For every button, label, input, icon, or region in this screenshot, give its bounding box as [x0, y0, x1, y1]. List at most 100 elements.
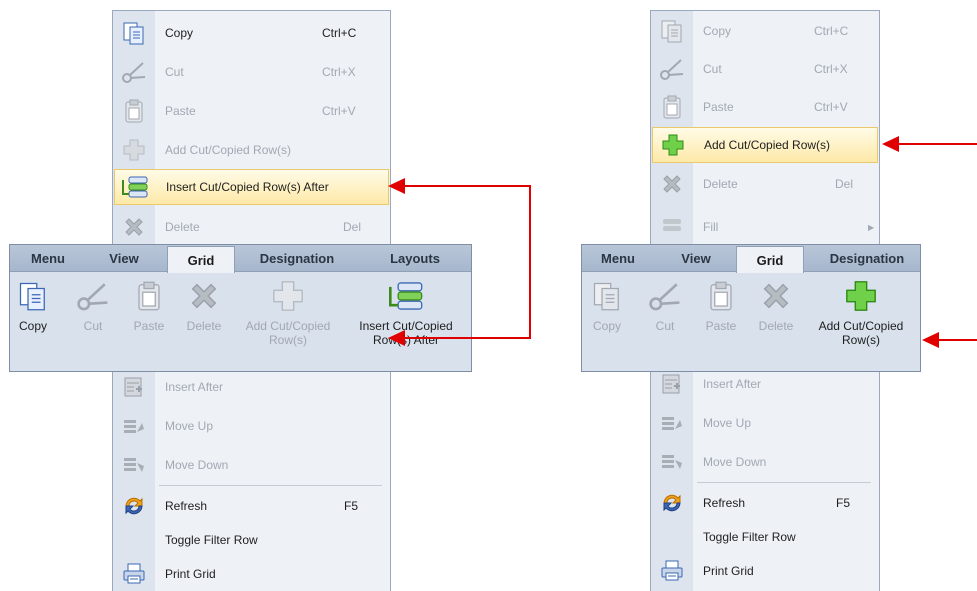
menu-item-shortcut: Ctrl+X: [814, 62, 848, 76]
tab-view[interactable]: View: [664, 245, 728, 272]
paste-icon: [120, 97, 148, 125]
menu-item-label: Move Down: [703, 455, 767, 469]
tab-grid[interactable]: Grid: [736, 246, 804, 273]
plus-icon: [659, 131, 687, 159]
menu-item-move-down[interactable]: Move Down: [652, 446, 878, 478]
delete-x-icon: [658, 170, 686, 198]
menu-item-shortcut: Ctrl+X: [322, 65, 356, 79]
menu-item-label: Add Cut/Copied Row(s): [165, 143, 292, 157]
scissors-icon: [658, 55, 686, 83]
menu-item-label: Insert Cut/Copied Row(s) After: [166, 180, 329, 194]
ribbon-delete-button[interactable]: Delete: [178, 272, 230, 333]
ribbon-add-cut-copied-rows-button[interactable]: Add Cut/Copied Row(s): [236, 272, 340, 347]
ribbon-cut-button[interactable]: Cut: [644, 272, 686, 333]
move-up-icon: [658, 409, 686, 437]
move-down-icon: [120, 451, 148, 479]
menu-item-refresh[interactable]: Refresh F5: [114, 490, 389, 522]
delete-x-icon: [120, 213, 148, 241]
menu-item-label: Toggle Filter Row: [165, 533, 258, 547]
menu-item-label: Fill: [703, 220, 719, 234]
ribbon-button-label: Delete: [758, 319, 794, 333]
menu-item-label: Refresh: [165, 499, 208, 513]
menu-item-shortcut: F5: [344, 499, 359, 513]
menu-item-paste[interactable]: Paste Ctrl+V: [114, 95, 389, 127]
delete-x-icon: [756, 276, 796, 316]
menu-item-move-down[interactable]: Move Down: [114, 449, 389, 481]
ribbon-tab-strip: Menu View Grid Designation: [582, 245, 920, 273]
ribbon-paste-button[interactable]: Paste: [698, 272, 744, 333]
scissors-icon: [120, 58, 148, 86]
menu-item-add-cut-copied-rows[interactable]: Add Cut/Copied Row(s): [114, 134, 389, 166]
menu-item-label: Toggle Filter Row: [703, 530, 796, 544]
menu-item-label: Copy: [703, 24, 732, 38]
menu-item-shortcut: Ctrl+V: [814, 100, 848, 114]
menu-item-shortcut: Ctrl+C: [814, 24, 849, 38]
menu-item-print-grid[interactable]: Print Grid: [114, 558, 389, 590]
tab-designation[interactable]: Designation: [814, 245, 920, 272]
menu-item-shortcut: Del: [343, 220, 362, 234]
menu-item-paste[interactable]: Paste Ctrl+V: [652, 91, 878, 123]
ribbon-button-label: Cut: [83, 319, 103, 333]
menu-item-add-cut-copied-rows[interactable]: Add Cut/Copied Row(s): [652, 127, 878, 163]
copy-icon: [120, 19, 148, 47]
menu-item-label: Copy: [165, 26, 194, 40]
menu-item-shortcut: F5: [836, 496, 851, 510]
menu-item-insert-after[interactable]: Insert After: [114, 371, 389, 403]
menu-item-insert-cut-copied-rows-after[interactable]: Insert Cut/Copied Row(s) After: [114, 169, 389, 205]
ribbon-button-label: Delete: [186, 319, 222, 333]
paste-icon: [129, 276, 169, 316]
copy-icon: [13, 276, 53, 316]
menu-item-fill[interactable]: Fill ▶: [652, 211, 878, 243]
tab-menu[interactable]: Menu: [16, 245, 80, 272]
menu-item-refresh[interactable]: Refresh F5: [652, 487, 878, 519]
callout-arrow-connector: [388, 178, 531, 346]
right-ribbon: Menu View Grid Designation Copy Cut Past…: [581, 244, 921, 372]
ribbon-button-label: Paste: [133, 319, 165, 333]
menu-item-label: Print Grid: [703, 564, 754, 578]
tab-grid[interactable]: Grid: [167, 246, 235, 273]
printer-icon: [120, 560, 148, 588]
paste-icon: [658, 93, 686, 121]
menu-item-shortcut: Del: [835, 177, 854, 191]
plus-icon: [120, 136, 148, 164]
ribbon-add-cut-copied-rows-button[interactable]: Add Cut/Copied Row(s): [808, 272, 914, 347]
menu-item-delete[interactable]: Delete Del: [114, 211, 389, 243]
menu-item-label: Paste: [703, 100, 734, 114]
tab-view[interactable]: View: [92, 245, 156, 272]
menu-item-toggle-filter-row[interactable]: Toggle Filter Row: [114, 524, 389, 556]
menu-item-copy[interactable]: Copy Ctrl+C: [114, 17, 389, 49]
menu-item-label: Add Cut/Copied Row(s): [704, 138, 831, 152]
tab-designation[interactable]: Designation: [242, 245, 352, 272]
tab-menu[interactable]: Menu: [586, 245, 650, 272]
menu-item-label: Cut: [165, 65, 184, 79]
menu-item-label: Move Up: [703, 416, 752, 430]
menu-separator: [697, 482, 871, 483]
menu-item-move-up[interactable]: Move Up: [652, 407, 878, 439]
menu-item-label: Insert After: [703, 377, 762, 391]
menu-item-toggle-filter-row[interactable]: Toggle Filter Row: [652, 521, 878, 553]
submenu-arrow-icon: ▶: [868, 222, 875, 232]
menu-separator: [159, 485, 382, 486]
menu-item-delete[interactable]: Delete Del: [652, 168, 878, 200]
menu-item-move-up[interactable]: Move Up: [114, 410, 389, 442]
ribbon-delete-button[interactable]: Delete: [750, 272, 802, 333]
insert-after-icon: [658, 370, 686, 398]
ribbon-copy-button[interactable]: Copy: [586, 272, 628, 333]
scissors-icon: [645, 276, 685, 316]
insert-rows-after-icon: [121, 173, 149, 201]
delete-x-icon: [184, 276, 224, 316]
menu-item-insert-after[interactable]: Insert After: [652, 368, 878, 400]
menu-item-cut[interactable]: Cut Ctrl+X: [652, 53, 878, 85]
menu-item-print-grid[interactable]: Print Grid: [652, 555, 878, 587]
ribbon-paste-button[interactable]: Paste: [126, 272, 172, 333]
fill-icon: [658, 213, 686, 241]
copy-icon: [658, 17, 686, 45]
menu-item-label: Insert After: [165, 380, 224, 394]
ribbon-cut-button[interactable]: Cut: [72, 272, 114, 333]
menu-item-cut[interactable]: Cut Ctrl+X: [114, 56, 389, 88]
menu-item-copy[interactable]: Copy Ctrl+C: [652, 15, 878, 47]
plus-icon: [841, 276, 881, 316]
menu-item-label: Delete: [703, 177, 738, 191]
move-up-icon: [120, 412, 148, 440]
ribbon-copy-button[interactable]: Copy: [12, 272, 54, 333]
